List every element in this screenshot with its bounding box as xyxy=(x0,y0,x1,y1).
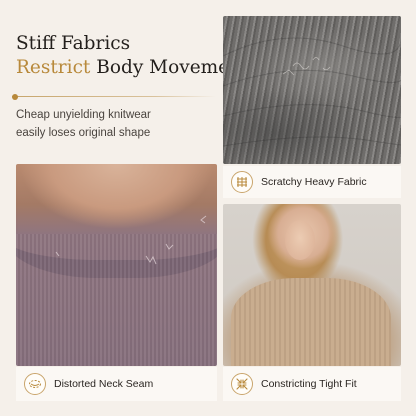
feature-label-text: Scratchy Heavy Fabric xyxy=(261,176,367,188)
ribbed-top xyxy=(231,278,391,366)
headline-line-1: Stiff Fabrics xyxy=(16,32,216,56)
subtitle-line-2: easily loses original shape xyxy=(16,127,151,139)
neck-seam-icon xyxy=(24,373,46,395)
subtitle: Cheap unyielding knitwear easily loses o… xyxy=(16,106,216,142)
woman-face xyxy=(285,220,315,260)
feature-label-text: Distorted Neck Seam xyxy=(54,378,154,390)
headline: Stiff Fabrics Restrict Body Movement xyxy=(16,32,248,80)
compress-arrows-icon xyxy=(231,373,253,395)
feature-label-tight-fit: Constricting Tight Fit xyxy=(223,367,401,401)
feature-label-neck-seam: Distorted Neck Seam xyxy=(16,367,217,401)
divider-line xyxy=(12,96,216,97)
frayed-seam-overlay xyxy=(55,215,207,265)
product-infographic: Stiff Fabrics Restrict Body Movement Che… xyxy=(0,0,416,416)
divider-dot xyxy=(12,93,18,100)
woman-tight-top-image xyxy=(223,204,401,366)
mauve-sweater-neckline-image xyxy=(16,164,217,366)
subtitle-line-1: Cheap unyielding knitwear xyxy=(16,109,151,121)
headline-line-2: Restrict Body Movement xyxy=(16,56,248,80)
feature-label-scratchy: Scratchy Heavy Fabric xyxy=(223,166,401,198)
headline-text-1: Stiff Fabrics xyxy=(16,33,131,54)
feature-label-text: Constricting Tight Fit xyxy=(261,378,357,390)
gray-knit-closeup-image xyxy=(223,16,401,164)
fabric-grid-icon xyxy=(231,171,253,193)
headline-accent-word: Restrict xyxy=(16,57,91,78)
knit-texture-overlay xyxy=(223,36,401,147)
